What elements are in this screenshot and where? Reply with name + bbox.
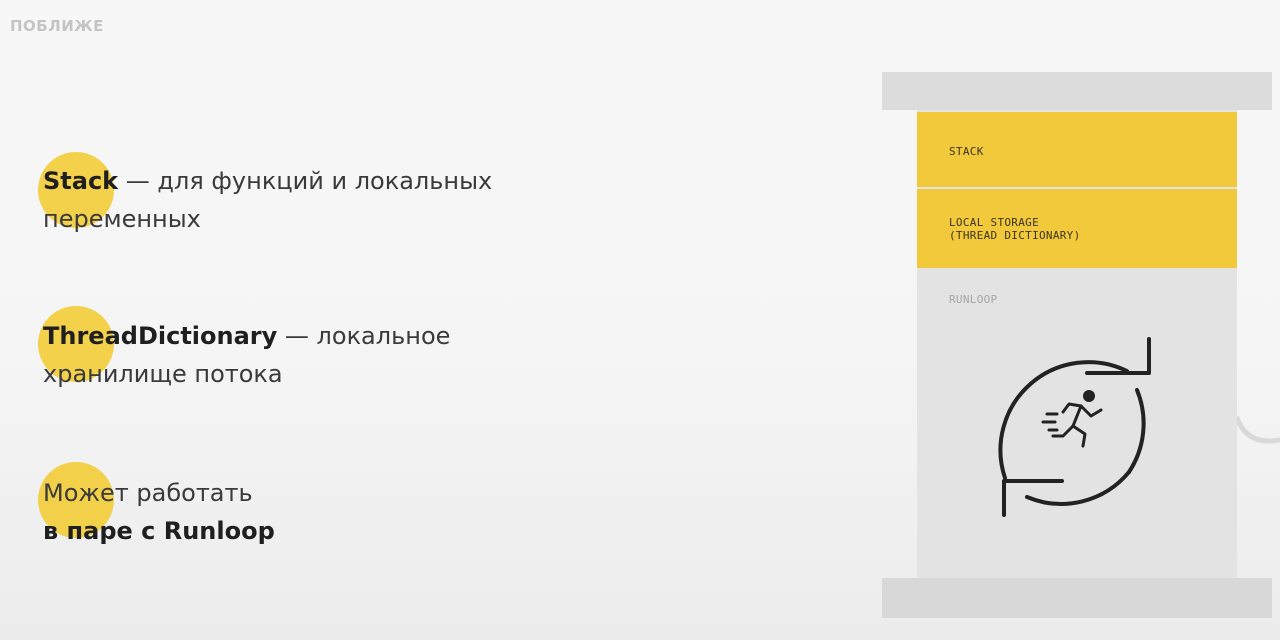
- bullet-line-2: хранилище потока: [43, 360, 283, 388]
- local-storage-label-line-1: LOCAL STORAGE: [949, 216, 1039, 229]
- bullet-line-2: переменных: [43, 205, 201, 233]
- stack-label: STACK: [949, 145, 984, 158]
- bullet-runloop: Может работать в паре с Runloop: [0, 462, 600, 552]
- bullet-term: в паре с Runloop: [43, 517, 275, 545]
- bullet-line-1: ThreadDictionary — локальное: [43, 317, 450, 355]
- section-label: ПОБЛИЖЕ: [10, 17, 104, 35]
- thread-top-cap: [882, 72, 1272, 110]
- bullet-term: ThreadDictionary: [43, 322, 278, 350]
- connector-curve-icon: [1237, 416, 1280, 444]
- bullet-stack: Stack — для функций и локальных переменн…: [0, 152, 600, 242]
- runloop-cycle-icon: [998, 337, 1151, 517]
- bullet-line-1: Может работать: [43, 479, 253, 507]
- bullet-text: Может работать в паре с Runloop: [43, 474, 275, 550]
- runloop-label: RUNLOOP: [949, 293, 998, 306]
- thread-bottom-cap: [882, 578, 1272, 618]
- stack-block: STACK: [917, 112, 1237, 187]
- bullet-text: Stack — для функций и локальных переменн…: [43, 162, 492, 238]
- local-storage-label-line-2: (THREAD DICTIONARY): [949, 229, 1081, 242]
- local-storage-label: LOCAL STORAGE (THREAD DICTIONARY): [949, 216, 1081, 242]
- bullet-line-1: Stack — для функций и локальных: [43, 162, 492, 200]
- bullet-term: Stack: [43, 167, 119, 195]
- bullet-desc: — локальное: [277, 322, 451, 350]
- bullet-line-2: в паре с Runloop: [43, 512, 275, 550]
- bullet-desc: — для функций и локальных: [118, 167, 493, 195]
- running-person-icon: [1041, 390, 1103, 448]
- bullet-thread-dictionary: ThreadDictionary — локальное хранилище п…: [0, 306, 600, 396]
- bullet-text: ThreadDictionary — локальное хранилище п…: [43, 317, 450, 393]
- thread-column: STACK LOCAL STORAGE (THREAD DICTIONARY) …: [917, 110, 1237, 578]
- local-storage-block: LOCAL STORAGE (THREAD DICTIONARY): [917, 189, 1237, 268]
